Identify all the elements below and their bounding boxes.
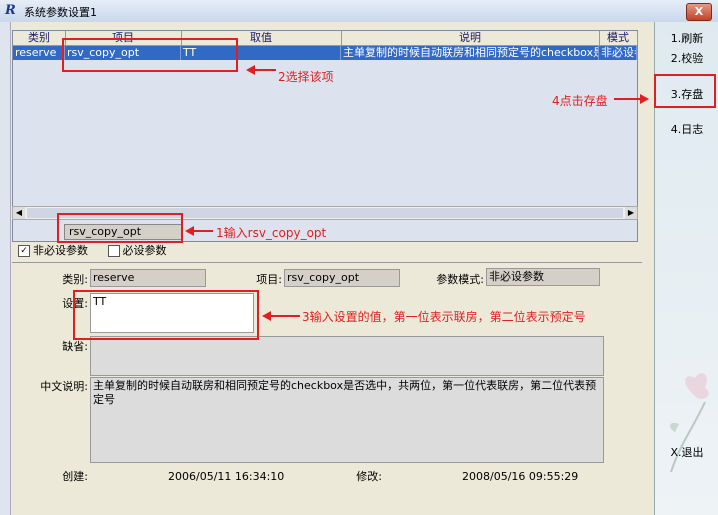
exit-button[interactable]: X.退出 bbox=[655, 444, 718, 460]
scroll-left-icon[interactable]: ◀ bbox=[13, 207, 25, 219]
annotation-setting: 3输入设置的值，第一位表示联房，第二位表示预定号 bbox=[302, 310, 586, 324]
annotation-filter: 1输入rsv_copy_opt bbox=[216, 226, 327, 240]
cell-mode: 非必设参数 bbox=[599, 46, 637, 60]
annotation-arrow-setting-line bbox=[270, 315, 300, 317]
annotation-box-select bbox=[62, 38, 238, 72]
modified-value: 2008/05/16 09:55:29 bbox=[462, 470, 579, 483]
verify-button[interactable]: 2.校验 bbox=[655, 50, 718, 66]
cell-category: reserve bbox=[13, 46, 65, 60]
refresh-button[interactable]: 1.刷新 bbox=[655, 30, 718, 46]
created-value: 2006/05/11 16:34:10 bbox=[168, 470, 285, 483]
col-header-category[interactable]: 类别 bbox=[13, 31, 66, 45]
lotus-decoration-icon bbox=[670, 373, 709, 473]
params-window: R 系统参数设置1 X 类别 项目 取值 说明 模式 reserve rsv_c… bbox=[0, 0, 718, 515]
item-label: 项目: bbox=[256, 273, 282, 286]
required-label: 必设参数 bbox=[122, 244, 167, 257]
default-field[interactable] bbox=[90, 336, 604, 376]
optional-label: 非必设参数 bbox=[33, 244, 88, 257]
log-button[interactable]: 4.日志 bbox=[655, 121, 718, 137]
desc-field[interactable]: 主单复制的时候自动联房和相同预定号的checkbox是否选中，共两位，第一位代表… bbox=[90, 377, 604, 463]
desc-label: 中文说明: bbox=[40, 380, 88, 393]
required-checkbox[interactable] bbox=[107, 245, 120, 257]
annotation-box-filter bbox=[57, 213, 183, 243]
annotation-box-save bbox=[654, 74, 716, 108]
mode-field[interactable]: 非必设参数 bbox=[486, 268, 600, 286]
category-field[interactable]: reserve bbox=[90, 269, 206, 287]
col-header-desc[interactable]: 说明 bbox=[341, 31, 600, 45]
modified-label: 修改: bbox=[356, 470, 382, 483]
app-logo-icon: R bbox=[5, 3, 16, 18]
annotation-arrow-select-line bbox=[254, 69, 276, 71]
annotation-arrow-save-line bbox=[614, 98, 640, 100]
annotation-box-setting bbox=[73, 290, 259, 340]
annotation-arrow-filter-line bbox=[193, 230, 213, 232]
annotation-arrow-save-icon bbox=[640, 94, 649, 104]
annotation-save: 4点击存盘 bbox=[552, 94, 608, 108]
annotation-select: 2选择该项 bbox=[278, 70, 334, 84]
optional-checkbox[interactable]: ✓ bbox=[18, 245, 30, 257]
window-title: 系统参数设置1 bbox=[24, 6, 97, 19]
col-header-mode[interactable]: 模式 bbox=[599, 31, 638, 45]
mode-checkboxes: ✓ 非必设参数 必设参数 bbox=[18, 244, 183, 258]
divider bbox=[12, 262, 642, 263]
close-button[interactable]: X bbox=[686, 3, 712, 21]
scroll-right-icon[interactable]: ▶ bbox=[625, 207, 637, 219]
item-field[interactable]: rsv_copy_opt bbox=[284, 269, 400, 287]
cell-desc: 主单复制的时候自动联房和相同预定号的checkbox是否选中，共两位 bbox=[341, 46, 599, 60]
default-label: 缺省: bbox=[62, 340, 88, 353]
mode-label: 参数模式: bbox=[436, 273, 484, 286]
title-bar: R 系统参数设置1 X bbox=[0, 0, 718, 23]
left-strip bbox=[0, 22, 11, 515]
created-label: 创建: bbox=[62, 470, 88, 483]
category-label: 类别: bbox=[62, 273, 88, 286]
